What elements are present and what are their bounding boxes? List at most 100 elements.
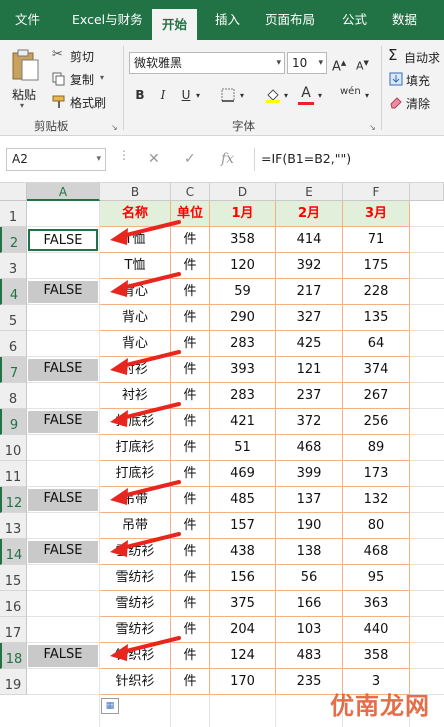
table-cell[interactable]: 135 xyxy=(343,305,410,331)
table-cell[interactable]: 件 xyxy=(171,591,210,617)
table-cell[interactable]: 132 xyxy=(343,487,410,513)
paste-dropdown-icon[interactable]: ▾ xyxy=(20,101,24,110)
table-cell[interactable]: 469 xyxy=(210,461,276,487)
table-header-cell[interactable]: 单位 xyxy=(171,201,210,227)
borders-dropdown-icon[interactable]: ▾ xyxy=(240,86,244,106)
table-cell[interactable]: 267 xyxy=(343,383,410,409)
tab-home[interactable]: 开始 xyxy=(152,9,198,40)
italic-button[interactable]: I xyxy=(155,85,171,105)
table-cell[interactable]: 背心 xyxy=(100,305,171,331)
tab-excel-finance[interactable]: Excel与财务 xyxy=(72,0,143,40)
table-header-cell[interactable]: 名称 xyxy=(100,201,171,227)
select-all-corner[interactable] xyxy=(0,183,27,201)
table-cell[interactable]: 件 xyxy=(171,383,210,409)
table-cell[interactable]: 件 xyxy=(171,513,210,539)
table-cell[interactable]: 件 xyxy=(171,227,210,253)
table-cell[interactable]: 290 xyxy=(210,305,276,331)
table-cell[interactable]: 71 xyxy=(343,227,410,253)
table-cell[interactable]: 358 xyxy=(343,643,410,669)
fill-color-button[interactable] xyxy=(263,85,283,109)
table-cell[interactable]: 吊带 xyxy=(100,487,171,513)
tab-page-layout[interactable]: 页面布局 xyxy=(265,0,315,40)
bold-button[interactable]: B xyxy=(132,85,148,105)
autosum-button[interactable]: Σ 自动求 xyxy=(388,46,444,66)
row-header[interactable]: 5 xyxy=(0,305,27,331)
table-cell[interactable]: 483 xyxy=(276,643,343,669)
table-cell[interactable]: T恤 xyxy=(100,227,171,253)
column-header-d[interactable]: D xyxy=(210,183,276,201)
phonetic-button[interactable]: wén xyxy=(340,82,361,102)
table-cell[interactable]: 283 xyxy=(210,331,276,357)
row-header[interactable]: 4 xyxy=(0,279,27,305)
grow-font-button[interactable]: A▲ xyxy=(332,53,346,77)
active-cell-a2[interactable]: FALSE xyxy=(28,229,98,251)
table-cell[interactable]: 件 xyxy=(171,643,210,669)
table-cell[interactable]: 64 xyxy=(343,331,410,357)
row-header[interactable]: 19 xyxy=(0,669,27,695)
row-header[interactable]: 1 xyxy=(0,201,27,227)
table-cell[interactable]: 件 xyxy=(171,539,210,565)
table-cell[interactable]: 件 xyxy=(171,565,210,591)
table-cell[interactable]: 392 xyxy=(276,253,343,279)
table-cell[interactable]: 157 xyxy=(210,513,276,539)
table-cell[interactable]: 421 xyxy=(210,409,276,435)
table-cell[interactable]: 166 xyxy=(276,591,343,617)
row-header[interactable]: 18 xyxy=(0,643,27,669)
font-name-combo[interactable]: 微软雅黑 ▾ xyxy=(129,52,285,74)
copy-button[interactable]: 复制 ▾ xyxy=(52,69,112,89)
table-cell[interactable]: 件 xyxy=(171,487,210,513)
column-header-b[interactable]: B xyxy=(100,183,171,201)
cut-button[interactable]: ✂ 剪切 xyxy=(52,46,112,66)
false-cell[interactable]: FALSE xyxy=(28,281,98,303)
fill-color-dropdown-icon[interactable]: ▾ xyxy=(284,86,288,106)
table-cell[interactable]: 件 xyxy=(171,461,210,487)
table-cell[interactable]: 156 xyxy=(210,565,276,591)
table-cell[interactable]: 468 xyxy=(343,539,410,565)
row-header[interactable]: 11 xyxy=(0,461,27,487)
table-cell[interactable]: 468 xyxy=(276,435,343,461)
table-cell[interactable]: 雪纺衫 xyxy=(100,617,171,643)
table-cell[interactable]: 485 xyxy=(210,487,276,513)
table-cell[interactable]: 170 xyxy=(210,669,276,695)
table-cell[interactable]: 件 xyxy=(171,331,210,357)
table-cell[interactable]: 衬衫 xyxy=(100,383,171,409)
row-header[interactable]: 8 xyxy=(0,383,27,409)
row-header[interactable]: 2 xyxy=(0,227,27,253)
table-cell[interactable]: T恤 xyxy=(100,253,171,279)
table-cell[interactable]: 件 xyxy=(171,253,210,279)
row-header[interactable]: 15 xyxy=(0,565,27,591)
row-header[interactable]: 9 xyxy=(0,409,27,435)
font-size-combo[interactable]: 10 ▾ xyxy=(287,52,327,74)
table-cell[interactable]: 372 xyxy=(276,409,343,435)
formula-input[interactable]: =IF(B1=B2,"") xyxy=(254,148,444,171)
table-cell[interactable]: 137 xyxy=(276,487,343,513)
column-header-g[interactable] xyxy=(410,183,444,201)
false-cell[interactable]: FALSE xyxy=(28,359,98,381)
table-header-cell[interactable]: 2月 xyxy=(276,201,343,227)
table-cell[interactable]: 80 xyxy=(343,513,410,539)
false-cell[interactable]: FALSE xyxy=(28,489,98,511)
copy-dropdown-icon[interactable]: ▾ xyxy=(100,73,104,82)
table-cell[interactable]: 256 xyxy=(343,409,410,435)
table-cell[interactable]: 件 xyxy=(171,357,210,383)
table-cell[interactable]: 375 xyxy=(210,591,276,617)
table-cell[interactable]: 件 xyxy=(171,617,210,643)
false-cell[interactable]: FALSE xyxy=(28,411,98,433)
false-cell[interactable]: FALSE xyxy=(28,645,98,667)
table-cell[interactable]: 393 xyxy=(210,357,276,383)
column-header-a[interactable]: A xyxy=(27,183,100,201)
row-header[interactable]: 10 xyxy=(0,435,27,461)
table-cell[interactable]: 363 xyxy=(343,591,410,617)
table-cell[interactable]: 358 xyxy=(210,227,276,253)
row-header[interactable]: 14 xyxy=(0,539,27,565)
table-cell[interactable]: 374 xyxy=(343,357,410,383)
table-cell[interactable]: 56 xyxy=(276,565,343,591)
table-cell[interactable]: 针织衫 xyxy=(100,669,171,695)
table-cell[interactable]: 190 xyxy=(276,513,343,539)
row-header[interactable]: 17 xyxy=(0,617,27,643)
font-color-dropdown-icon[interactable]: ▾ xyxy=(318,86,322,106)
row-header[interactable]: 6 xyxy=(0,331,27,357)
table-cell[interactable]: 438 xyxy=(210,539,276,565)
table-cell[interactable]: 件 xyxy=(171,669,210,695)
table-cell[interactable]: 雪纺衫 xyxy=(100,565,171,591)
